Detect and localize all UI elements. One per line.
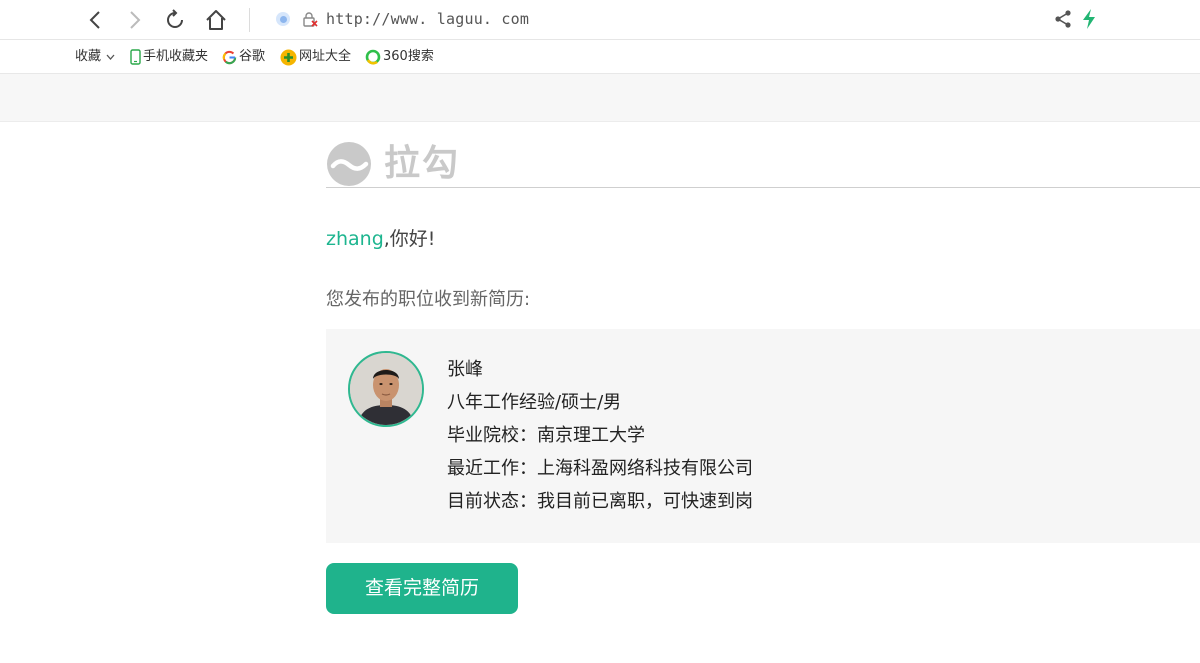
back-button[interactable] <box>82 6 110 34</box>
candidate-school: 毕业院校：南京理工大学 <box>447 425 645 446</box>
page-header-band <box>0 74 1200 122</box>
candidate-info: 张峰 八年工作经验/硕士/男 毕业院校：南京理工大学 最近工作：上海科盈网络科技… <box>447 353 753 518</box>
plus-circle-icon <box>280 49 297 66</box>
ring-icon <box>365 49 381 65</box>
home-icon <box>206 10 226 30</box>
lagou-logo: 拉勾 <box>326 140 460 188</box>
home-button[interactable] <box>202 6 230 34</box>
bookmarks-bar: 收藏 手机收藏夹 谷歌 网址大全 360搜索 <box>0 40 1200 74</box>
lightning-bolt-icon[interactable] <box>1080 8 1098 30</box>
forward-arrow-icon <box>130 11 141 29</box>
bookmark-label: 手机收藏夹 <box>143 49 209 64</box>
google-icon <box>222 50 237 65</box>
candidate-status: 目前状态：我目前已离职，可快速到岗 <box>447 491 753 512</box>
reload-button[interactable] <box>161 6 189 34</box>
reload-icon <box>167 9 183 28</box>
greeting-text: ,你好! <box>383 228 436 250</box>
chevron-down-icon <box>106 54 115 60</box>
insecure-lock-icon[interactable] <box>302 11 318 27</box>
site-info-icon[interactable] <box>276 12 290 26</box>
greeting-username: zhang <box>326 228 384 250</box>
address-bar-url[interactable]: http://www. laguu. com <box>326 8 529 30</box>
bookmark-360-search[interactable]: 360搜索 <box>365 47 434 67</box>
bookmark-mobile-favorites[interactable]: 手机收藏夹 <box>130 47 208 67</box>
bookmark-url-directory[interactable]: 网址大全 <box>280 47 351 67</box>
forward-button[interactable] <box>120 6 148 34</box>
share-icon[interactable] <box>1054 9 1072 29</box>
candidate-name: 张峰 <box>447 359 483 380</box>
candidate-summary: 八年工作经验/硕士/男 <box>447 392 622 413</box>
bookmark-label: 收藏 <box>75 49 102 64</box>
logo-divider <box>326 187 1200 188</box>
view-full-resume-button[interactable]: 查看完整简历 <box>326 563 518 614</box>
candidate-avatar <box>348 351 424 427</box>
greeting: zhang,你好! <box>326 226 435 252</box>
bookmark-label: 网址大全 <box>299 49 352 64</box>
bookmark-label: 360搜索 <box>383 49 434 64</box>
person-photo-icon <box>350 353 422 425</box>
resume-card: 张峰 八年工作经验/硕士/男 毕业院校：南京理工大学 最近工作：上海科盈网络科技… <box>326 329 1200 543</box>
logo-text: 拉勾 <box>384 143 461 184</box>
back-arrow-icon <box>89 11 100 29</box>
notice-text: 您发布的职位收到新简历: <box>326 289 531 310</box>
bookmark-label: 谷歌 <box>239 49 266 64</box>
browser-toolbar: http://www. laguu. com <box>0 0 1200 40</box>
phone-icon <box>130 49 141 65</box>
candidate-recent-work: 最近工作：上海科盈网络科技有限公司 <box>447 458 753 479</box>
toolbar-divider <box>249 8 250 32</box>
lagou-logo-icon <box>327 142 371 186</box>
bookmark-google[interactable]: 谷歌 <box>222 47 265 67</box>
bookmark-favorites-menu[interactable]: 收藏 <box>75 47 115 67</box>
